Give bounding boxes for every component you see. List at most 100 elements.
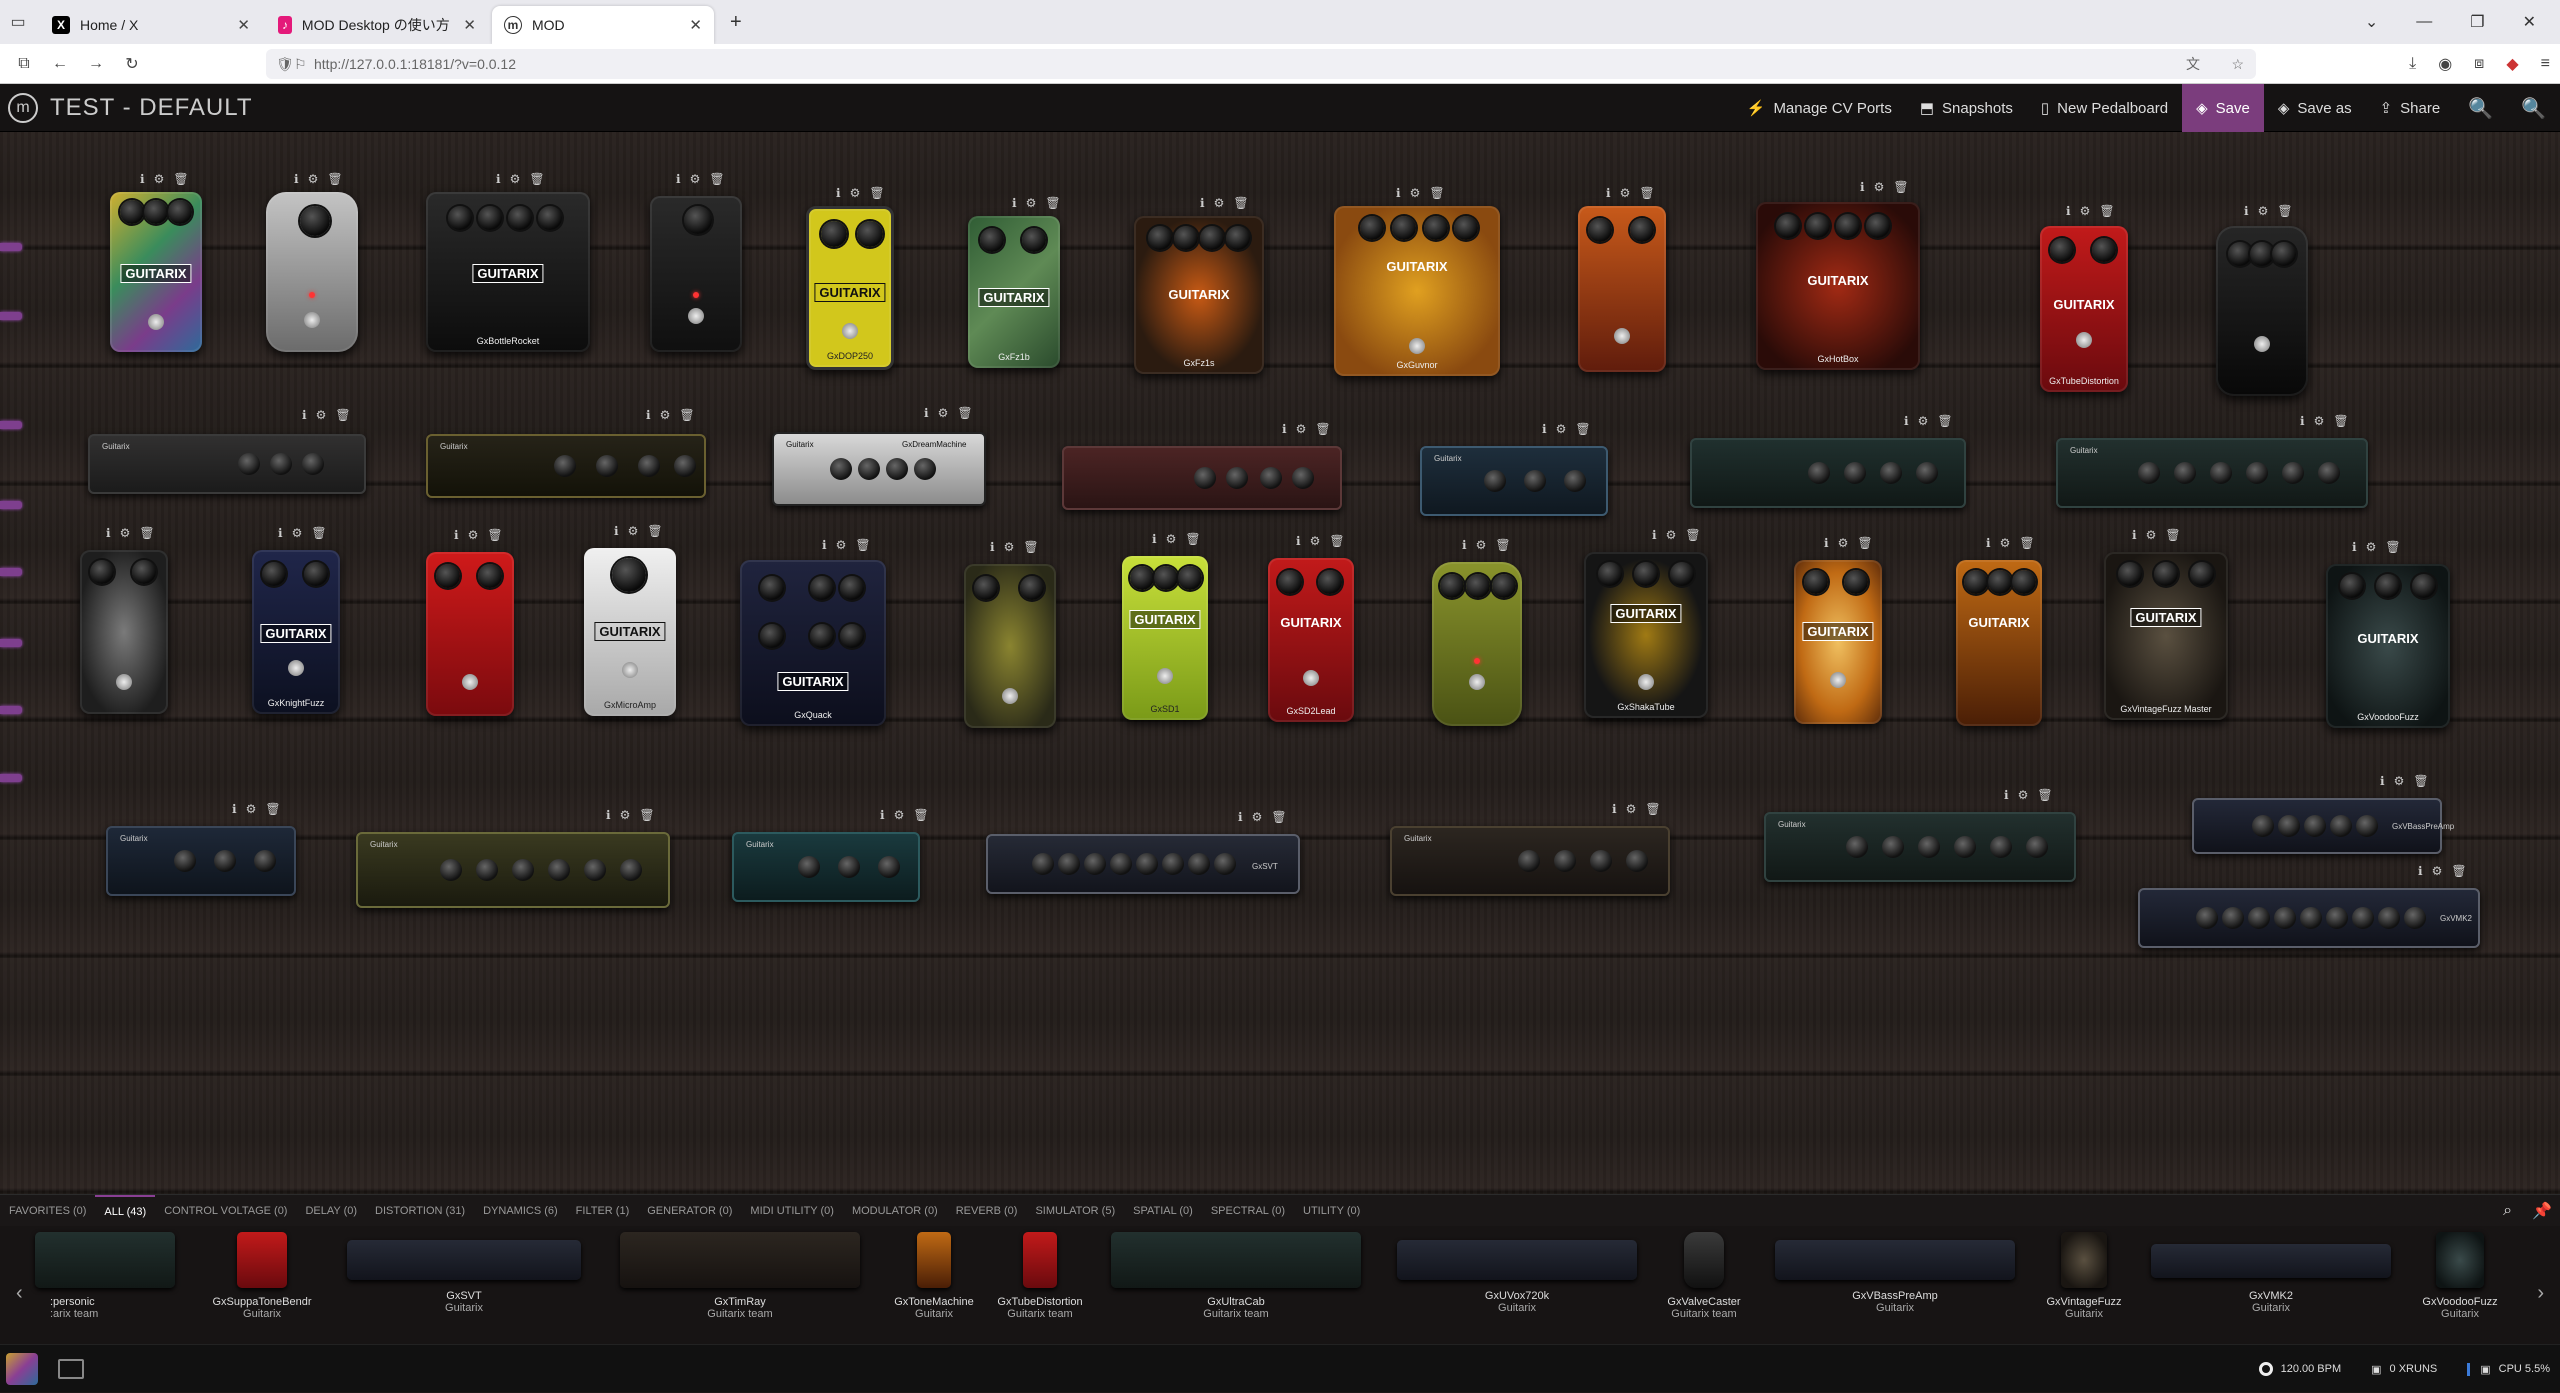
gear-icon[interactable]: ⚙ bbox=[1626, 802, 1637, 816]
info-icon[interactable]: ℹ bbox=[880, 808, 885, 822]
knob[interactable] bbox=[1808, 462, 1830, 484]
knob[interactable] bbox=[1524, 470, 1546, 492]
new-pedalboard-button[interactable]: ▯ New Pedalboard bbox=[2027, 84, 2182, 132]
knob[interactable] bbox=[798, 856, 820, 878]
footswitch[interactable] bbox=[1469, 674, 1485, 690]
knob[interactable] bbox=[1564, 470, 1586, 492]
gear-icon[interactable]: ⚙ bbox=[938, 406, 949, 420]
browser-tab[interactable]: X Home / X ✕ bbox=[40, 6, 262, 44]
info-icon[interactable]: ℹ bbox=[2380, 774, 2385, 788]
knob[interactable] bbox=[476, 859, 498, 881]
gear-icon[interactable]: ⚙ bbox=[2366, 540, 2377, 554]
knob[interactable] bbox=[1554, 850, 1576, 872]
pedal-plugin[interactable]: GUITARIX GxHotBox bbox=[1756, 202, 1920, 370]
pedal-plugin[interactable]: GUITARIX GxVoodooFuzz bbox=[2326, 564, 2450, 728]
trash-icon[interactable]: 🗑 bbox=[2277, 204, 2292, 218]
info-icon[interactable]: ℹ bbox=[646, 408, 651, 422]
trash-icon[interactable]: 🗑 bbox=[2333, 414, 2348, 428]
info-icon[interactable]: ℹ bbox=[294, 172, 299, 186]
shelf-plugin[interactable]: GxVintageFuzz Guitarix bbox=[2004, 1226, 2164, 1320]
knob[interactable] bbox=[1260, 467, 1282, 489]
gear-icon[interactable]: ⚙ bbox=[1620, 186, 1631, 200]
knob[interactable] bbox=[1318, 570, 1342, 594]
pedal-plugin[interactable] bbox=[650, 196, 742, 352]
gear-icon[interactable]: ⚙ bbox=[628, 524, 639, 538]
gear-icon[interactable]: ⚙ bbox=[308, 172, 319, 186]
knob[interactable] bbox=[1518, 850, 1540, 872]
footswitch[interactable] bbox=[842, 323, 858, 339]
knob[interactable] bbox=[1136, 853, 1158, 875]
footswitch[interactable] bbox=[116, 674, 132, 690]
knob[interactable] bbox=[1226, 467, 1248, 489]
knob[interactable] bbox=[90, 560, 114, 584]
gear-icon[interactable]: ⚙ bbox=[2080, 204, 2091, 218]
pedal-plugin[interactable]: GUITARIX GxSD1 bbox=[1122, 556, 1208, 720]
knob[interactable] bbox=[584, 859, 606, 881]
knob[interactable] bbox=[1148, 226, 1172, 250]
knob[interactable] bbox=[1492, 574, 1516, 598]
gear-icon[interactable]: ⚙ bbox=[1166, 532, 1177, 546]
gear-icon[interactable]: ⚙ bbox=[620, 808, 631, 822]
gear-icon[interactable]: ⚙ bbox=[2394, 774, 2405, 788]
knob[interactable] bbox=[254, 850, 276, 872]
knob[interactable] bbox=[262, 562, 286, 586]
knob[interactable] bbox=[1630, 218, 1654, 242]
knob[interactable] bbox=[1804, 570, 1828, 594]
info-icon[interactable]: ℹ bbox=[1904, 414, 1909, 428]
info-icon[interactable]: ℹ bbox=[614, 524, 619, 538]
footswitch[interactable] bbox=[462, 674, 478, 690]
knob[interactable] bbox=[1454, 216, 1478, 240]
knob[interactable] bbox=[1626, 850, 1648, 872]
page-info-icon[interactable]: ⚐ bbox=[294, 56, 307, 73]
knob[interactable] bbox=[2352, 907, 2374, 929]
knob[interactable] bbox=[2340, 574, 2364, 598]
knob[interactable] bbox=[1964, 570, 1988, 594]
knob[interactable] bbox=[810, 624, 834, 648]
knob[interactable] bbox=[2252, 815, 2274, 837]
search-icon[interactable]: ⌕ bbox=[2503, 1202, 2512, 1220]
knob[interactable] bbox=[1670, 562, 1694, 586]
gear-icon[interactable]: ⚙ bbox=[2432, 864, 2443, 878]
footswitch[interactable] bbox=[1638, 674, 1654, 690]
shelf-plugin[interactable]: GxVBassPreAmp Guitarix bbox=[1770, 1226, 2020, 1314]
knob[interactable] bbox=[1058, 853, 1080, 875]
restore-icon[interactable]: ❐ bbox=[2470, 12, 2484, 32]
knob[interactable] bbox=[596, 455, 618, 477]
trash-icon[interactable]: 🗑 bbox=[335, 408, 350, 422]
knob[interactable] bbox=[538, 206, 562, 230]
gear-icon[interactable]: ⚙ bbox=[1252, 810, 1263, 824]
system-input-port[interactable] bbox=[0, 568, 22, 576]
footswitch[interactable] bbox=[304, 312, 320, 328]
knob[interactable] bbox=[2154, 562, 2178, 586]
knob[interactable] bbox=[2026, 836, 2048, 858]
trash-icon[interactable]: 🗑 bbox=[1271, 810, 1286, 824]
gear-icon[interactable]: ⚙ bbox=[690, 172, 701, 186]
rack-plugin[interactable]: GxVBassPreAmp bbox=[2192, 798, 2454, 854]
knob[interactable] bbox=[821, 221, 847, 247]
footswitch[interactable] bbox=[1409, 338, 1425, 354]
footswitch[interactable] bbox=[622, 662, 638, 678]
knob[interactable] bbox=[980, 228, 1004, 252]
footswitch[interactable] bbox=[2076, 332, 2092, 348]
close-tab-icon[interactable]: ✕ bbox=[689, 16, 702, 34]
trash-icon[interactable]: 🗑 bbox=[1023, 540, 1038, 554]
knob[interactable] bbox=[684, 206, 712, 234]
trash-icon[interactable]: 🗑 bbox=[1937, 414, 1952, 428]
gear-icon[interactable]: ⚙ bbox=[2146, 528, 2157, 542]
knob[interactable] bbox=[132, 560, 156, 584]
system-input-port[interactable] bbox=[0, 312, 22, 320]
knob[interactable] bbox=[674, 455, 696, 477]
knob[interactable] bbox=[1916, 462, 1938, 484]
zoom-in-button[interactable]: 🔍 bbox=[2507, 84, 2560, 132]
info-icon[interactable]: ℹ bbox=[2132, 528, 2137, 542]
info-icon[interactable]: ℹ bbox=[1542, 422, 1547, 436]
category-tab[interactable]: DYNAMICS (6) bbox=[474, 1195, 567, 1227]
extensions-icon[interactable]: ⧈ bbox=[2474, 55, 2484, 73]
knob[interactable] bbox=[914, 458, 936, 480]
trash-icon[interactable]: 🗑 bbox=[1893, 180, 1908, 194]
gear-icon[interactable]: ⚙ bbox=[894, 808, 905, 822]
info-icon[interactable]: ℹ bbox=[278, 526, 283, 540]
footswitch[interactable] bbox=[688, 308, 704, 324]
knob[interactable] bbox=[838, 856, 860, 878]
knob[interactable] bbox=[2282, 462, 2304, 484]
